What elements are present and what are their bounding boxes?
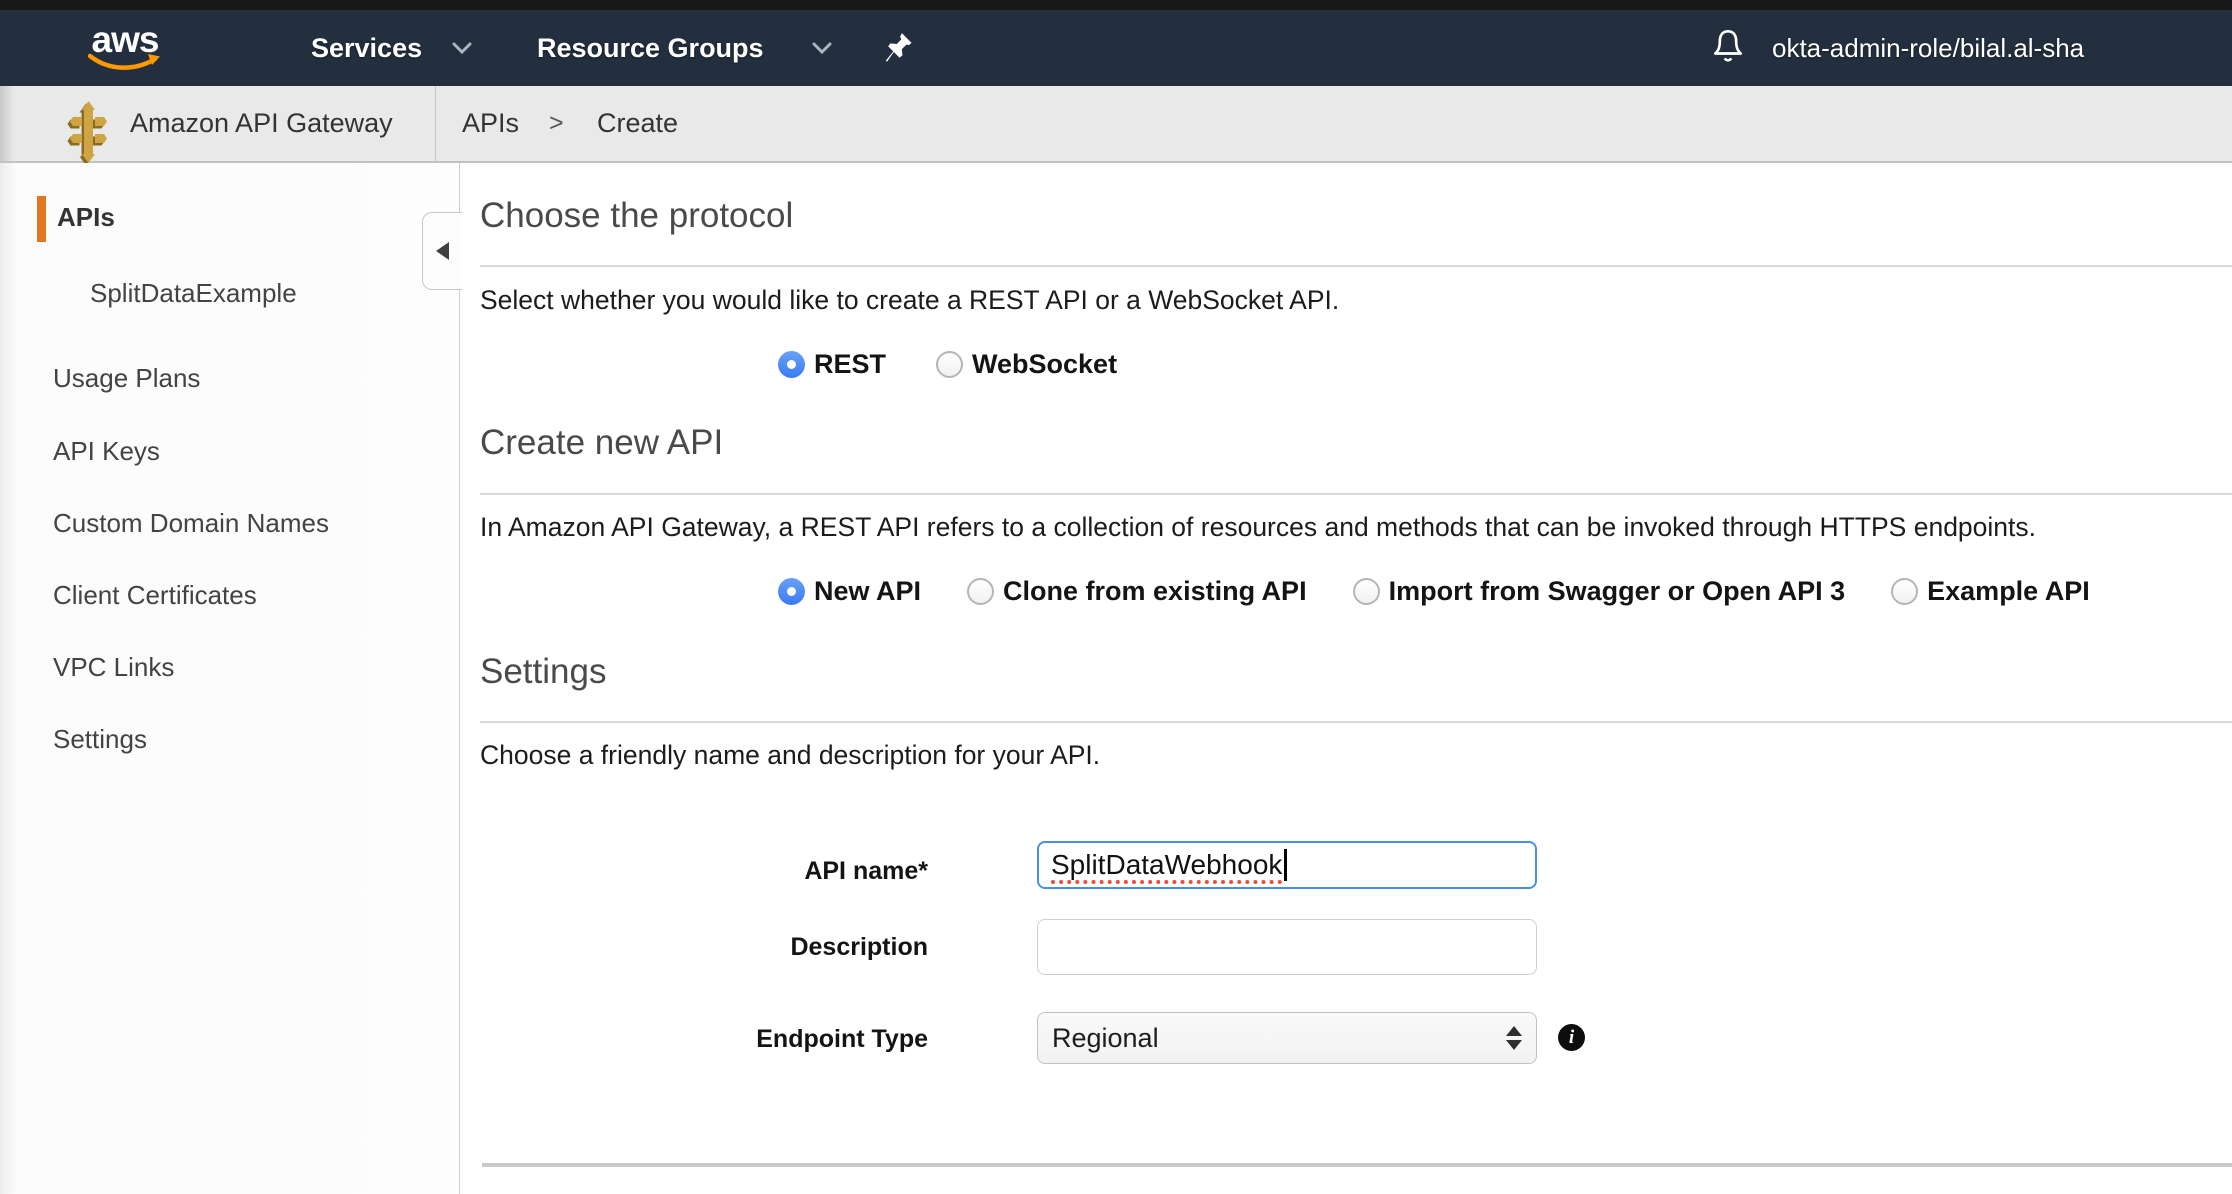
section-divider	[480, 265, 2232, 267]
sidebar-item-splitdataexample[interactable]: SplitDataExample	[90, 278, 297, 309]
endpoint-type-select[interactable]: Regional	[1037, 1012, 1537, 1064]
text-cursor	[1284, 849, 1287, 881]
aws-logo-text: aws	[92, 23, 159, 57]
api-name-value: SplitDataWebhook	[1051, 849, 1282, 881]
sidebar-item-usage-plans[interactable]: Usage Plans	[53, 363, 200, 394]
window-top-strip	[0, 0, 2232, 10]
active-item-accent-bar	[37, 196, 46, 242]
endpoint-type-label: Endpoint Type	[480, 1025, 928, 1054]
create-section-title: Create new API	[480, 420, 723, 466]
sidebar-collapse-button[interactable]	[422, 212, 462, 290]
select-stepper-icon	[1506, 1026, 1522, 1050]
main-content: Choose the protocol Select whether you w…	[460, 163, 2232, 1194]
radio-new-api[interactable]: New API	[778, 576, 921, 607]
sidebar-item-api-keys[interactable]: API Keys	[53, 436, 160, 467]
radio-unselected-icon	[936, 351, 963, 378]
section-divider	[480, 721, 2232, 723]
settings-section-description: Choose a friendly name and description f…	[480, 740, 1100, 771]
description-input[interactable]	[1037, 919, 1537, 975]
resource-groups-chevron-down-icon	[812, 10, 832, 86]
breadcrumb-item-apis[interactable]: APIs	[462, 86, 519, 161]
breadcrumb-divider	[435, 86, 436, 161]
pin-icon[interactable]	[885, 10, 913, 86]
aws-top-navbar: aws Services Resource Groups	[0, 10, 2232, 86]
services-chevron-down-icon	[452, 10, 472, 86]
account-menu[interactable]: okta-admin-role/bilal.al-sha	[1772, 10, 2084, 86]
radio-unselected-icon	[967, 578, 994, 605]
sidebar: APIs SplitDataExample Usage Plans API Ke…	[0, 163, 460, 1194]
sidebar-item-apis[interactable]: APIs	[57, 202, 115, 233]
section-divider	[480, 493, 2232, 495]
protocol-section-description: Select whether you would like to create …	[480, 285, 1339, 316]
breadcrumb: Amazon API Gateway APIs > Create	[0, 86, 2232, 163]
bell-icon[interactable]	[1708, 10, 1748, 86]
create-section-description: In Amazon API Gateway, a REST API refers…	[480, 512, 2036, 543]
radio-clone-existing[interactable]: Clone from existing API	[967, 576, 1307, 607]
radio-example-api[interactable]: Example API	[1891, 576, 2090, 607]
radio-selected-icon	[778, 578, 805, 605]
collapse-arrow-left-icon	[436, 242, 449, 260]
breadcrumb-separator: >	[549, 86, 564, 161]
aws-console-window: aws Services Resource Groups	[0, 0, 2232, 1194]
sidebar-item-client-certificates[interactable]: Client Certificates	[53, 580, 257, 611]
radio-selected-icon	[778, 351, 805, 378]
create-mode-radio-group: New API Clone from existing API Import f…	[778, 576, 2090, 607]
radio-import-swagger[interactable]: Import from Swagger or Open API 3	[1353, 576, 1846, 607]
endpoint-type-value: Regional	[1052, 1023, 1159, 1054]
settings-section-title: Settings	[480, 649, 606, 695]
aws-logo[interactable]: aws	[87, 10, 163, 86]
aws-smile-icon	[87, 53, 163, 73]
nav-services[interactable]: Services	[311, 10, 422, 86]
footer-divider	[482, 1163, 2232, 1167]
radio-unselected-icon	[1891, 578, 1918, 605]
sidebar-item-settings[interactable]: Settings	[53, 724, 147, 755]
protocol-radio-group: REST WebSocket	[778, 349, 1117, 380]
breadcrumb-item-create: Create	[597, 86, 678, 161]
endpoint-info-icon[interactable]: i	[1558, 1024, 1585, 1051]
sidebar-item-vpc-links[interactable]: VPC Links	[53, 652, 174, 683]
api-gateway-icon	[66, 101, 112, 163]
description-label: Description	[480, 933, 928, 962]
radio-websocket[interactable]: WebSocket	[936, 349, 1117, 380]
radio-rest[interactable]: REST	[778, 349, 886, 380]
sidebar-item-custom-domain-names[interactable]: Custom Domain Names	[53, 508, 329, 539]
api-name-input[interactable]: SplitDataWebhook	[1037, 841, 1537, 889]
nav-resource-groups[interactable]: Resource Groups	[537, 10, 764, 86]
breadcrumb-service-name[interactable]: Amazon API Gateway	[130, 86, 393, 161]
api-name-label: API name*	[480, 857, 928, 886]
radio-unselected-icon	[1353, 578, 1380, 605]
protocol-section-title: Choose the protocol	[480, 193, 793, 239]
